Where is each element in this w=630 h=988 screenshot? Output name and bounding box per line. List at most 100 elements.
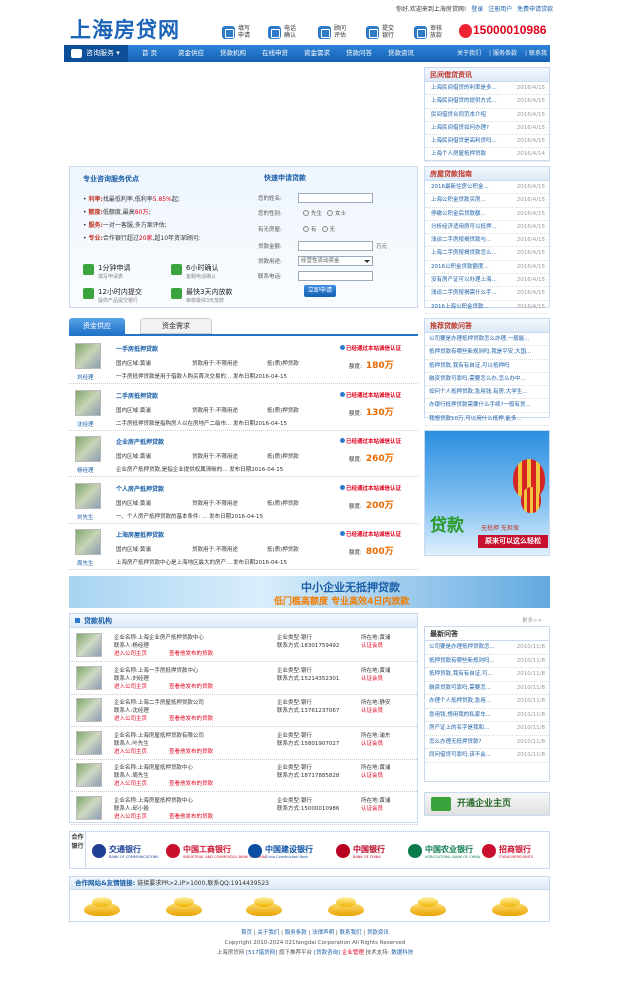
- institution-photo[interactable]: [76, 665, 102, 690]
- news-item[interactable]: 浅谈二手房按揭贷款与... 2016/4/15: [425, 234, 549, 248]
- bank-logo[interactable]: 中国银行 BANK OF CHINA: [336, 840, 385, 862]
- news-item[interactable]: 分析经济适用房可以抵押... 2016/4/15: [425, 221, 549, 235]
- news-item[interactable]: 上海民间借贷的提供方式... 2016/4/15: [425, 95, 549, 109]
- nav-contact[interactable]: 联系我们: [529, 45, 550, 74]
- news-item[interactable]: 民间借贷合同范本介绍 2016/4/15: [425, 109, 549, 122]
- bank-logo[interactable]: 招商银行 CHINA MERCHANTS: [482, 840, 533, 862]
- footer-link[interactable]: 企业管理: [342, 950, 364, 956]
- news-item[interactable]: 2016上海公积金贷款... 2016/4/15: [425, 301, 549, 314]
- footer-link[interactable]: 首页: [241, 930, 252, 936]
- apply-now-button[interactable]: 立即申请: [304, 285, 336, 297]
- institution-photo[interactable]: [76, 633, 102, 657]
- news-item[interactable]: 2016最新住房公积金... 2016/4/15: [425, 181, 549, 195]
- name-input[interactable]: [298, 193, 373, 203]
- loan-photo[interactable]: [75, 529, 101, 555]
- loan-photo[interactable]: [75, 482, 101, 509]
- recommend-item[interactable]: 融资贷款可靠吗,需要怎么办,怎么办中...: [425, 373, 549, 387]
- tab-demand[interactable]: 资金需求: [140, 318, 212, 334]
- view-loans-link[interactable]: 查看他发布的贷款: [169, 779, 213, 787]
- nav-home[interactable]: 首 页: [142, 45, 157, 62]
- news-item[interactable]: 上海民间借贷如何办理? 2016/4/15: [425, 122, 549, 136]
- register-link[interactable]: 注册用户: [488, 6, 512, 13]
- loan-contact[interactable]: 刘经理: [77, 373, 94, 381]
- nav-institutions[interactable]: 贷款机构: [220, 45, 246, 62]
- news-item[interactable]: 抵押贷款有哪些新规则吗... 2010/11/8: [425, 655, 549, 668]
- bank-logo[interactable]: 交通银行 BANK OF COMMUNICATIONS: [92, 840, 158, 862]
- nav-supply[interactable]: 资金供应: [178, 45, 204, 62]
- recommend-item[interactable]: 抵押贷款有哪些新规则吗,我是平安,大国...: [425, 346, 549, 360]
- enter-company-link[interactable]: 进入公司主页: [114, 747, 147, 755]
- news-item[interactable]: 2016公积金贷款额度... 2016/4/15: [425, 261, 549, 275]
- institution-photo[interactable]: [76, 698, 102, 722]
- sme-loan-banner[interactable]: 中小企业无抵押贷款 低门槛高额度 专业高效4日内放款: [69, 576, 550, 608]
- login-link[interactable]: 登录: [471, 6, 483, 13]
- phone-input[interactable]: [298, 271, 373, 281]
- nav-apply-online[interactable]: 在线申贷: [262, 45, 288, 62]
- enter-company-link[interactable]: 进入公司主页: [114, 714, 147, 722]
- quick-step-consult[interactable]: 顾问 评估: [318, 22, 348, 42]
- gold-ingot-icon[interactable]: [326, 894, 366, 920]
- more-link[interactable]: 更多>>: [522, 616, 542, 624]
- news-item[interactable]: 公司要是办理抵押贷款怎... 2010/11/8: [425, 641, 549, 655]
- nav-demand[interactable]: 资金需求: [304, 45, 330, 62]
- nav-news[interactable]: 贷款资讯: [388, 45, 414, 62]
- loan-title[interactable]: 企业房产抵押贷款: [116, 437, 164, 446]
- nav-consult-menu[interactable]: 咨询服务 ▾: [64, 45, 128, 62]
- open-business-page-button[interactable]: 开通企业主页: [424, 792, 550, 816]
- quick-step-phone[interactable]: 电话 确认: [268, 22, 298, 42]
- news-item[interactable]: 上海民间借贷是高利贷吗... 2016/4/15: [425, 135, 549, 149]
- news-item[interactable]: 上海二手房按揭贷款怎么... 2016/4/15: [425, 247, 549, 261]
- loan-photo[interactable]: [75, 436, 101, 462]
- use-select[interactable]: 经营性流动资金: [298, 256, 373, 266]
- news-item[interactable]: 停缴公积金后贷款额... 2016/4/15: [425, 208, 549, 221]
- tab-supply[interactable]: 资金供应: [69, 318, 125, 334]
- view-loans-link[interactable]: 查看他发布的贷款: [169, 714, 213, 722]
- recommend-item[interactable]: 我想贷款10万,可以用什么抵押,能多...: [425, 413, 549, 427]
- footer-link[interactable]: 联系我们: [340, 930, 362, 936]
- news-item[interactable]: 浅谈二手房按揭需什么手... 2016/4/15: [425, 287, 549, 301]
- gold-ingot-icon[interactable]: [164, 894, 204, 920]
- nav-about[interactable]: 关于我们: [457, 45, 481, 62]
- footer-link[interactable]: 数据科技: [391, 950, 413, 956]
- loan-title[interactable]: 上海房屋抵押贷款: [116, 530, 164, 539]
- view-loans-link[interactable]: 查看他发布的贷款: [169, 747, 213, 755]
- recommend-item[interactable]: 抵押贷款,我有有自证,可以抵押吗: [425, 360, 549, 373]
- news-item[interactable]: 上海民间借贷的利率是多... 2016/4/15: [425, 82, 549, 96]
- footer-link[interactable]: [贷款咨询]: [314, 950, 340, 956]
- gender-radio-male[interactable]: [303, 210, 309, 216]
- recommend-item[interactable]: 公司要是办理抵押贷款怎么办理,一般能...: [425, 333, 549, 347]
- institution-photo[interactable]: [76, 763, 102, 787]
- loan-photo[interactable]: [75, 343, 101, 369]
- house-radio-yes[interactable]: [303, 226, 309, 232]
- site-logo[interactable]: 上海房贷网: [70, 14, 180, 44]
- footer-link[interactable]: 服务条款: [285, 930, 307, 936]
- quick-step-apply[interactable]: 填写 申请: [222, 22, 252, 42]
- quick-step-bank[interactable]: 提交 银行: [366, 22, 396, 42]
- news-item[interactable]: 办理个人抵押贷款,急用... 2010/11/8: [425, 695, 549, 709]
- loan-contact[interactable]: 刘先生: [77, 513, 94, 521]
- loan-contact[interactable]: 杨经理: [77, 466, 94, 474]
- loan-title[interactable]: 个人房产抵押贷款: [116, 484, 164, 493]
- view-loans-link[interactable]: 查看他发布的贷款: [169, 649, 213, 657]
- enter-company-link[interactable]: 进入公司主页: [114, 812, 147, 820]
- house-radio-no[interactable]: [321, 226, 328, 232]
- loan-photo[interactable]: [75, 389, 101, 416]
- gold-ingot-icon[interactable]: [490, 894, 530, 920]
- enter-company-link[interactable]: 进入公司主页: [114, 649, 147, 657]
- footer-link[interactable]: 贷款资讯: [367, 930, 389, 936]
- recommend-item[interactable]: 如何个人抵押贷款,急用钱,有房,大学生...: [425, 386, 549, 400]
- gold-ingot-icon[interactable]: [82, 894, 122, 920]
- loan-contact[interactable]: 周先生: [77, 559, 94, 567]
- loan-title[interactable]: 一手房抵押贷款: [116, 344, 158, 353]
- institution-photo[interactable]: [76, 795, 102, 820]
- news-item[interactable]: 房产证上的名字是我和... 2010/11/8: [425, 722, 549, 736]
- news-item[interactable]: 同问借贷可靠吗,该不会... 2010/11/8: [425, 749, 549, 763]
- news-item[interactable]: 上海公积金贷款买房... 2016/4/15: [425, 194, 549, 208]
- free-apply-link[interactable]: 免费申请贷款: [517, 6, 553, 13]
- nav-terms[interactable]: 服务条款: [493, 45, 517, 62]
- loan-title[interactable]: 二手房抵押贷款: [116, 391, 158, 400]
- news-item[interactable]: 没有房产证可以办理上海... 2016/4/15: [425, 274, 549, 288]
- recommend-item[interactable]: 办银行抵押贷款需要什么手续?一般有贷...: [425, 399, 549, 413]
- footer-link[interactable]: [517猎贷网]: [246, 950, 277, 956]
- gold-ingot-icon[interactable]: [408, 894, 448, 920]
